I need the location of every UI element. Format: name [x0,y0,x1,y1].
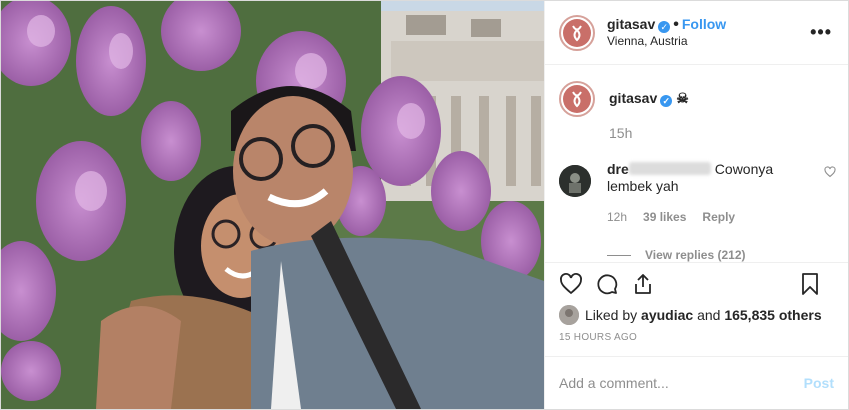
skull-emoji: ☠ [676,90,689,107]
instagram-post: gitasav ✓ • Follow Vienna, Austria ••• gita… [0,0,849,410]
post-sidebar: gitasav ✓ • Follow Vienna, Austria ••• gita… [544,1,848,409]
likes-prefix: Liked by [585,306,638,323]
share-icon[interactable] [631,272,655,296]
caption-time[interactable]: 15h [609,125,834,141]
caption-username-line: gitasav ✓ ☠ [609,90,689,108]
post-button[interactable]: Post [804,375,834,391]
comment-row: dre Cowonya lembek yah 12h 39 likes Reply [559,161,834,226]
comment-icon[interactable] [595,272,619,296]
comment-meta: 12h 39 likes Reply [607,209,817,226]
follow-button[interactable]: Follow [682,16,726,32]
reply-button[interactable]: Reply [702,209,735,226]
caption-avatar-image [563,85,591,114]
caption-avatar[interactable] [559,81,595,118]
add-comment-bar: Post [545,355,848,409]
post-photo[interactable] [1,1,544,409]
verified-icon: ✓ [658,21,671,34]
replies-line [607,254,631,256]
action-bar [545,262,848,304]
view-replies[interactable]: View replies (212) [607,248,834,262]
comment-time[interactable]: 12h [607,209,627,226]
likes-count[interactable]: 165,835 others [724,307,821,323]
liker-avatar-image [559,304,579,325]
bookmark-icon[interactable] [798,272,822,296]
comment-body: dre Cowonya lembek yah 12h 39 likes Reply [607,161,817,226]
post-header: gitasav ✓ • Follow Vienna, Austria ••• [545,1,848,66]
commenter-avatar-image [559,165,591,198]
avatar-image [563,18,591,47]
verified-icon: ✓ [660,95,673,108]
liker-username[interactable]: ayudiac [641,307,693,323]
separator-dot: • [673,16,679,34]
comments-area: gitasav ✓ ☠ 15h dre Cowonya lembek yah 1… [545,65,848,262]
more-icon[interactable]: ••• [810,23,832,41]
redacted-name [628,162,711,176]
heart-icon[interactable] [559,272,583,296]
avatar-logo-icon [572,91,582,108]
selfie-photo-illustration [1,1,544,409]
author-avatar[interactable] [559,14,595,51]
view-replies-label: View replies (212) [645,248,746,263]
liker-avatar[interactable] [559,304,579,325]
commenter-avatar[interactable] [559,165,591,198]
avatar-logo-icon [572,25,582,42]
likes-middle: and [697,306,721,323]
location-link[interactable]: Vienna, Austria [607,33,726,49]
caption-row: gitasav ✓ ☠ [559,81,834,118]
caption-username[interactable]: gitasav [609,90,657,106]
header-text: gitasav ✓ • Follow Vienna, Austria [607,16,726,49]
comment-likes[interactable]: 39 likes [643,209,686,226]
comment-input[interactable] [559,374,789,391]
commenter-username[interactable]: dre [607,161,629,177]
likes-row: Liked by ayudiac and 165,835 others [545,304,848,326]
small-heart-icon[interactable] [824,165,836,183]
author-username[interactable]: gitasav [607,16,655,32]
post-timestamp[interactable]: 15 HOURS AGO [545,326,848,356]
